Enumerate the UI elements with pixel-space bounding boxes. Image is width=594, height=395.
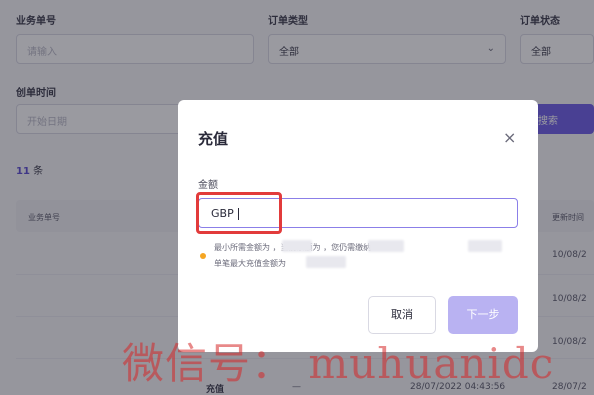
hint-line-2: 单笔最大充值金额为: [214, 259, 286, 268]
annotation-highlight-box: [196, 192, 282, 234]
redacted-value: [306, 256, 346, 268]
next-button[interactable]: 下一步: [448, 296, 518, 334]
close-icon[interactable]: ×: [503, 128, 516, 147]
watermark-text: 微信号： muhuanidc: [122, 339, 555, 388]
warning-dot-icon: [200, 253, 206, 259]
redacted-value: [468, 240, 502, 252]
amount-label: 金额: [198, 180, 218, 191]
redacted-value: [282, 240, 312, 252]
redacted-value: [368, 240, 404, 252]
modal-title: 充值: [198, 130, 229, 148]
cancel-button[interactable]: 取消: [368, 296, 436, 334]
